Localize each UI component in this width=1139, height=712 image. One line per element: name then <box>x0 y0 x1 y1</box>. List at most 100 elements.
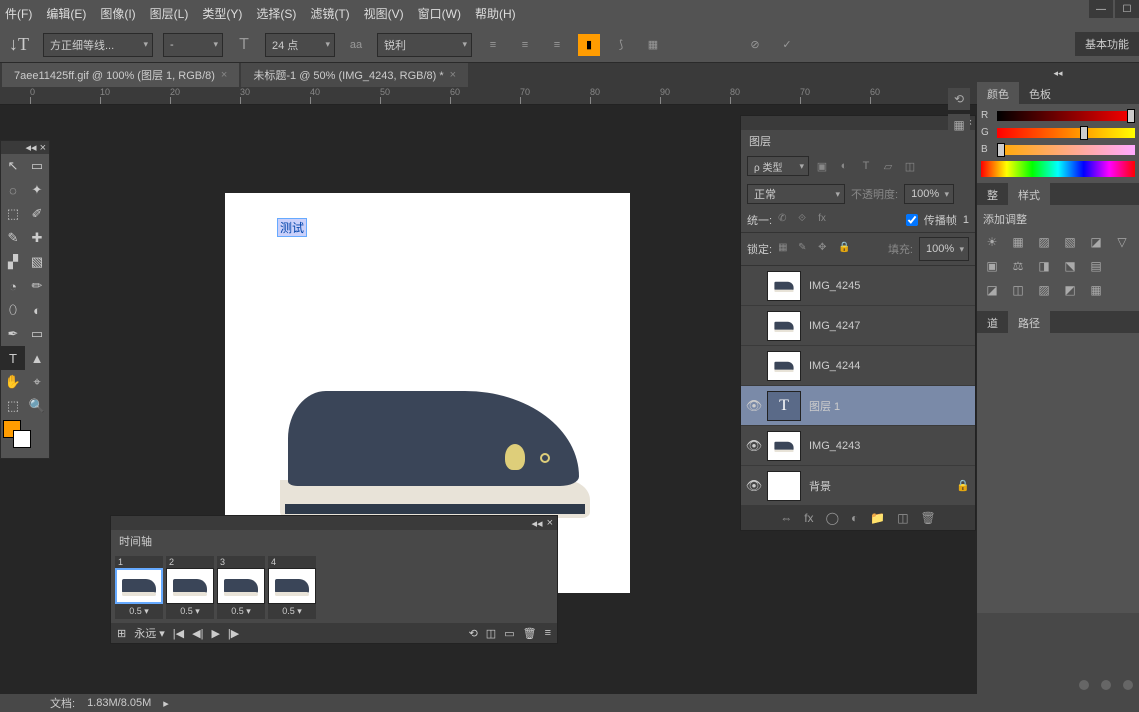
r-slider[interactable] <box>997 111 1135 121</box>
adjustment-icon[interactable]: ◪ <box>983 281 1001 299</box>
close-icon[interactable]: × <box>450 69 456 81</box>
tool-6-1[interactable]: ◐ <box>25 298 49 322</box>
status-arrow-icon[interactable]: ▸ <box>163 697 169 710</box>
visibility-toggle[interactable]: 👁 <box>741 398 767 414</box>
propagate-checkbox[interactable] <box>906 214 918 226</box>
tool-1-0[interactable]: ◌ <box>1 178 25 202</box>
background-color[interactable] <box>13 430 31 448</box>
color-tab[interactable]: 颜色 <box>977 82 1019 104</box>
adjustment-icon[interactable]: ◪ <box>1087 233 1105 251</box>
timeline-frame[interactable]: 30.5 ▾ <box>217 556 265 619</box>
adjustment-icon[interactable]: ▤ <box>1087 257 1105 275</box>
adjustment-icon[interactable]: ◫ <box>1009 281 1027 299</box>
next-frame-button[interactable]: |▶ <box>228 627 239 640</box>
blend-mode-dropdown[interactable]: 正常 <box>747 184 845 204</box>
font-style-dropdown[interactable]: - <box>163 33 223 57</box>
tool-0-1[interactable]: ▭ <box>25 154 49 178</box>
color-swatches[interactable] <box>1 418 49 458</box>
opacity-input[interactable]: 100% <box>904 184 954 204</box>
maximize-button[interactable]: ☐ <box>1115 0 1139 18</box>
filter-smart-icon[interactable]: ◫ <box>901 157 919 175</box>
collapse-icon[interactable]: ◂◂ <box>977 68 1139 82</box>
link-layers-button[interactable]: ⇔ <box>780 511 792 525</box>
timeline-frame[interactable]: 40.5 ▾ <box>268 556 316 619</box>
play-button[interactable]: ▶ <box>211 627 219 640</box>
align-left-button[interactable]: ≡ <box>482 34 504 56</box>
close-icon[interactable]: × <box>40 142 46 154</box>
layer-group-button[interactable]: 📁 <box>870 511 885 525</box>
document-tab-2[interactable]: 未标题-1 @ 50% (IMG_4243, RGB/8) *× <box>241 63 468 87</box>
adjustments-tab-partial[interactable]: 整 <box>977 183 1008 205</box>
workspace-switcher[interactable]: 基本功能 <box>1075 32 1139 56</box>
tool-4-0[interactable]: ▞ <box>1 250 25 274</box>
font-family-dropdown[interactable]: 方正细等线... <box>43 33 153 57</box>
lock-position-icon[interactable]: ✎ <box>798 242 812 256</box>
tool-6-0[interactable]: ⬯ <box>1 298 25 322</box>
properties-dock-icon[interactable]: ▦ <box>948 114 970 136</box>
delete-frame-button[interactable]: 🗑 <box>523 627 537 640</box>
g-slider[interactable] <box>997 128 1135 138</box>
antialias-dropdown[interactable]: 锐利 <box>377 33 472 57</box>
tool-5-0[interactable]: ◔ <box>1 274 25 298</box>
b-slider[interactable] <box>997 145 1135 155</box>
delete-layer-button[interactable]: 🗑 <box>921 511 936 525</box>
commit-button[interactable]: ✓ <box>776 34 798 56</box>
font-size-dropdown[interactable]: 24 点 <box>265 33 335 57</box>
tool-7-1[interactable]: ▭ <box>25 322 49 346</box>
lock-all-icon[interactable]: 🔒 <box>838 242 852 256</box>
new-frame-button[interactable]: ▭ <box>504 627 514 640</box>
tool-8-0[interactable]: T <box>1 346 25 370</box>
menu-edit[interactable]: 编辑(E) <box>46 5 86 22</box>
document-tab-1[interactable]: 7aee11425ff.gif @ 100% (图层 1, RGB/8)× <box>2 63 239 87</box>
adjustment-layer-button[interactable]: ◐ <box>851 511 858 525</box>
timeline-frame[interactable]: 20.5 ▾ <box>166 556 214 619</box>
tool-0-0[interactable]: ↖ <box>1 154 25 178</box>
layer-fx-button[interactable]: fx <box>804 511 813 525</box>
minimize-button[interactable]: — <box>1089 0 1113 18</box>
layer-row[interactable]: 👁背景🔒 <box>741 466 975 506</box>
tool-1-1[interactable]: ✦ <box>25 178 49 202</box>
adjustment-icon[interactable]: ▽ <box>1113 233 1131 251</box>
channels-tab-partial[interactable]: 道 <box>977 311 1008 333</box>
collapse-icon[interactable]: ◂◂ <box>26 141 37 154</box>
adjustment-icon[interactable]: ⬔ <box>1061 257 1079 275</box>
tool-9-1[interactable]: ⌖ <box>25 370 49 394</box>
filter-adjust-icon[interactable]: ◐ <box>835 157 853 175</box>
close-icon[interactable]: × <box>221 69 227 81</box>
layer-row[interactable]: IMG_4244 <box>741 346 975 386</box>
adjustment-icon[interactable]: ⚖ <box>1009 257 1027 275</box>
tool-3-1[interactable]: ✚ <box>25 226 49 250</box>
styles-tab[interactable]: 样式 <box>1008 183 1050 205</box>
menu-layer[interactable]: 图层(L) <box>150 5 189 22</box>
warp-text-button[interactable]: ⟆ <box>610 34 632 56</box>
unify-position-icon[interactable]: ✆ <box>778 213 792 227</box>
tool-3-0[interactable]: ✎ <box>1 226 25 250</box>
layer-row[interactable]: 👁T图层 1 <box>741 386 975 426</box>
spectrum-bar[interactable] <box>981 161 1135 177</box>
adjustment-icon[interactable]: ▨ <box>1035 233 1053 251</box>
prev-frame-button[interactable]: ◀| <box>192 627 203 640</box>
layer-row[interactable]: 👁IMG_4243 <box>741 426 975 466</box>
visibility-toggle[interactable]: 👁 <box>741 438 767 454</box>
tool-9-0[interactable]: ✋ <box>1 370 25 394</box>
layer-mask-button[interactable]: ◯ <box>826 511 839 525</box>
loop-dropdown[interactable]: 永远 ▾ <box>134 625 165 641</box>
duplicate-frame-button[interactable]: ◫ <box>486 627 496 640</box>
lock-move-icon[interactable]: ✥ <box>818 242 832 256</box>
tool-10-1[interactable]: 🔍 <box>25 394 49 418</box>
close-icon[interactable]: × <box>547 517 553 529</box>
panel-menu-icon[interactable]: ≡ <box>545 627 551 639</box>
collapse-icon[interactable]: ◂◂ <box>532 517 543 530</box>
history-dock-icon[interactable]: ⟲ <box>948 88 970 110</box>
text-edit-box[interactable]: 测试 <box>277 218 307 237</box>
tool-8-1[interactable]: ▲ <box>25 346 49 370</box>
tween-button[interactable]: ⟲ <box>469 627 478 640</box>
tool-2-1[interactable]: ✐ <box>25 202 49 226</box>
align-right-button[interactable]: ≡ <box>546 34 568 56</box>
filter-pixel-icon[interactable]: ▣ <box>813 157 831 175</box>
filter-type-icon[interactable]: T <box>857 157 875 175</box>
adjustment-icon[interactable]: ◩ <box>1061 281 1079 299</box>
layer-filter-dropdown[interactable]: ρ 类型 <box>747 156 809 176</box>
unify-style-icon[interactable]: fx <box>818 213 832 227</box>
cancel-button[interactable]: ⊘ <box>744 34 766 56</box>
